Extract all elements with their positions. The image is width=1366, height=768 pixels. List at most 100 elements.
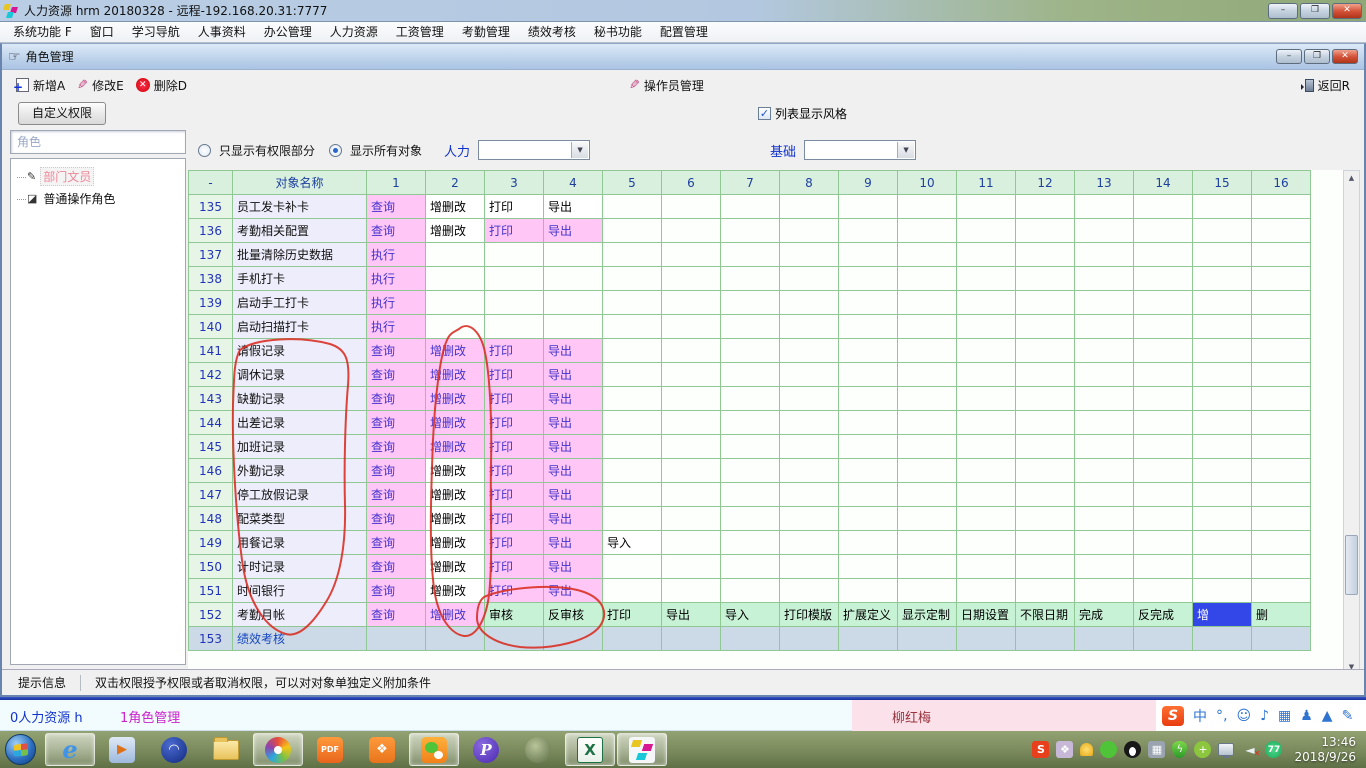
permission-cell[interactable] (1193, 243, 1252, 267)
permission-cell[interactable]: 导出 (544, 219, 603, 243)
table-row[interactable]: 146外勤记录查询增删改打印导出 (189, 459, 1311, 483)
column-header-number[interactable]: 5 (603, 171, 662, 195)
permission-cell[interactable] (1252, 555, 1311, 579)
permission-cell[interactable] (1016, 195, 1075, 219)
permission-cell[interactable]: 导入 (721, 603, 780, 627)
permission-cell[interactable] (544, 267, 603, 291)
permission-cell[interactable] (603, 387, 662, 411)
permission-cell[interactable] (1193, 579, 1252, 603)
permission-cell[interactable]: 导出 (544, 555, 603, 579)
permission-cell[interactable]: 打印模版 (780, 603, 839, 627)
permission-cell[interactable] (1075, 219, 1134, 243)
permission-cell[interactable] (957, 411, 1016, 435)
permission-cell[interactable] (1075, 555, 1134, 579)
permission-cell[interactable] (1252, 579, 1311, 603)
permission-cell[interactable] (898, 459, 957, 483)
permission-cell[interactable]: 完成 (1075, 603, 1134, 627)
permission-cell[interactable]: 扩展定义 (839, 603, 898, 627)
permission-cell[interactable] (957, 243, 1016, 267)
permission-cell[interactable] (662, 483, 721, 507)
taskbar-clock[interactable]: 13:46 2018/9/26 (1288, 735, 1366, 765)
permission-cell[interactable] (1016, 531, 1075, 555)
permission-cell[interactable] (1193, 363, 1252, 387)
permission-cell[interactable] (1193, 339, 1252, 363)
permission-cell[interactable] (662, 435, 721, 459)
permission-cell[interactable]: 打印 (485, 555, 544, 579)
permission-cell[interactable]: 打印 (485, 579, 544, 603)
permission-cell[interactable]: 增删改 (426, 579, 485, 603)
permission-cell[interactable] (1193, 555, 1252, 579)
permission-cell[interactable] (1134, 243, 1193, 267)
tree-item-role[interactable]: ✎部门文员 (13, 165, 183, 188)
permission-cell[interactable] (721, 411, 780, 435)
permission-cell[interactable]: 打印 (485, 507, 544, 531)
permission-cell[interactable] (839, 627, 898, 651)
menu-item[interactable]: 绩效考核 (519, 22, 585, 42)
permission-cell[interactable] (839, 267, 898, 291)
permission-cell[interactable] (662, 555, 721, 579)
delete-button[interactable]: ✕ 删除D (130, 75, 193, 96)
permission-cell[interactable]: 查询 (367, 603, 426, 627)
permission-cell[interactable] (1134, 459, 1193, 483)
permission-cell[interactable] (1252, 387, 1311, 411)
menu-item[interactable]: 窗口 (81, 22, 123, 42)
permission-cell[interactable] (1075, 579, 1134, 603)
radio-show-all[interactable] (329, 144, 342, 157)
permission-cell[interactable]: 打印 (485, 219, 544, 243)
object-name-cell[interactable]: 加班记录 (233, 435, 367, 459)
permission-cell[interactable]: 导出 (544, 339, 603, 363)
permission-cell[interactable] (485, 315, 544, 339)
column-header-number[interactable]: 12 (1016, 171, 1075, 195)
permission-cell[interactable] (839, 507, 898, 531)
permission-cell[interactable] (721, 507, 780, 531)
permission-cell[interactable]: 增删改 (426, 411, 485, 435)
table-row[interactable]: 138手机打卡执行 (189, 267, 1311, 291)
permission-cell[interactable] (957, 507, 1016, 531)
menu-item[interactable]: 人事资料 (189, 22, 255, 42)
permission-cell[interactable] (957, 195, 1016, 219)
modify-button[interactable]: ✎ 修改E (71, 75, 130, 96)
permission-cell[interactable] (1016, 627, 1075, 651)
permission-cell[interactable] (603, 315, 662, 339)
permission-cell[interactable]: 导出 (544, 507, 603, 531)
permission-cell[interactable] (898, 267, 957, 291)
table-row[interactable]: 153绩效考核 (189, 627, 1311, 651)
wechat-tray-icon[interactable] (1100, 741, 1117, 758)
permission-cell[interactable] (603, 363, 662, 387)
soft-keyboard-icon[interactable]: ▦ (1278, 708, 1291, 724)
permission-cell[interactable] (603, 219, 662, 243)
permission-cell[interactable] (1134, 507, 1193, 531)
permission-cell[interactable] (780, 531, 839, 555)
permission-cell[interactable] (721, 291, 780, 315)
permission-cell[interactable] (662, 315, 721, 339)
permission-cell[interactable] (1252, 459, 1311, 483)
permission-cell[interactable] (721, 195, 780, 219)
permission-cell[interactable]: 打印 (485, 387, 544, 411)
object-name-cell[interactable]: 手机打卡 (233, 267, 367, 291)
vertical-scrollbar[interactable]: ▲ ▼ (1343, 170, 1360, 676)
permission-cell[interactable] (1016, 315, 1075, 339)
permission-cell[interactable] (898, 195, 957, 219)
permission-cell[interactable]: 打印 (485, 363, 544, 387)
permission-cell[interactable] (780, 291, 839, 315)
permission-cell[interactable] (1252, 507, 1311, 531)
permission-cell[interactable] (1252, 315, 1311, 339)
menu-item[interactable]: 配置管理 (651, 22, 717, 42)
permission-cell[interactable]: 查询 (367, 363, 426, 387)
menu-item[interactable]: 秘书功能 (585, 22, 651, 42)
permission-cell[interactable] (1193, 507, 1252, 531)
permission-cell[interactable] (662, 579, 721, 603)
permission-cell[interactable] (603, 339, 662, 363)
permission-cell[interactable] (1016, 291, 1075, 315)
p-app-icon[interactable]: P (461, 733, 511, 766)
permission-cell[interactable] (839, 387, 898, 411)
permission-cell[interactable] (898, 435, 957, 459)
permission-cell[interactable]: 增删改 (426, 531, 485, 555)
permission-cell[interactable]: 打印 (485, 411, 544, 435)
permission-cell[interactable]: 导出 (662, 603, 721, 627)
permission-cell[interactable] (780, 315, 839, 339)
permission-cell[interactable] (721, 627, 780, 651)
share-app-icon[interactable]: ❖ (357, 733, 407, 766)
permission-cell[interactable]: 增删改 (426, 387, 485, 411)
bell-icon[interactable] (1080, 743, 1093, 756)
